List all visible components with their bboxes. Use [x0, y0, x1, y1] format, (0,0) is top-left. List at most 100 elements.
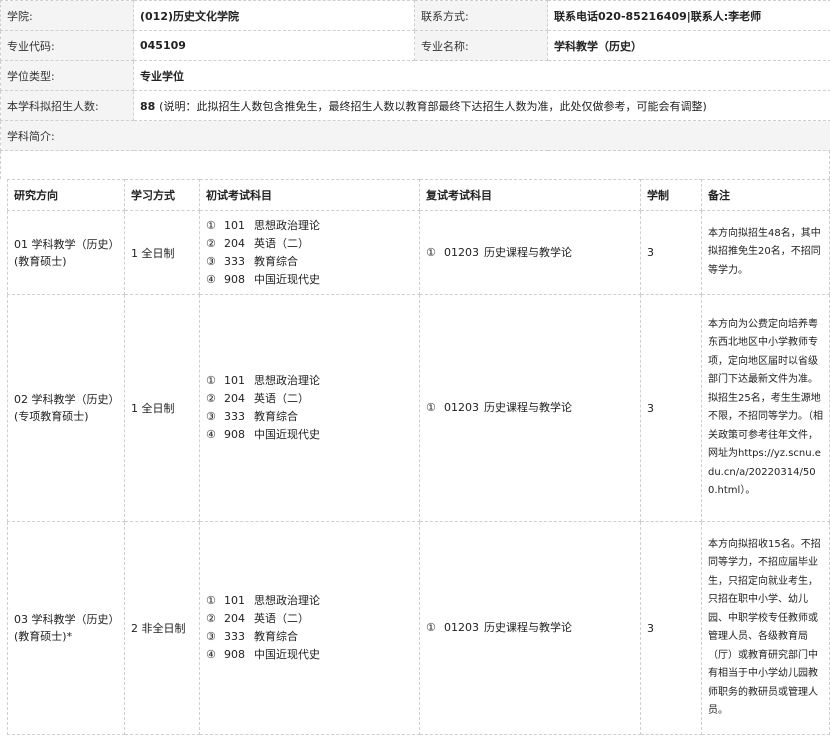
- retest-num: ①: [426, 245, 436, 259]
- enroll-label: 本学科拟招生人数:: [0, 90, 134, 121]
- retest-code: 01203: [444, 401, 479, 414]
- header-remark: 备注: [701, 179, 830, 211]
- direction-degree: (教育硕士): [14, 254, 67, 268]
- header-mode: 学习方式: [124, 179, 200, 211]
- retest-name: 历史课程与教学论: [484, 245, 572, 259]
- subject-code: 204: [224, 392, 245, 405]
- info-row-enroll: 本学科拟招生人数: 88 (说明：此拟招生人数包含推免生，最终招生人数以教育部最…: [0, 90, 830, 121]
- retest-subject-cell: ① 01203 历史课程与教学论: [419, 210, 641, 295]
- contact-value: 联系电话020-85216409|联系人:李老师: [547, 0, 830, 31]
- years-cell: 3: [640, 521, 702, 735]
- header-direction: 研究方向: [7, 179, 125, 211]
- subject-num: ①: [206, 594, 216, 607]
- retest-code: 01203: [444, 621, 479, 634]
- subject-item: ③ 333 教育综合: [206, 628, 413, 646]
- subject-item: ① 101 思想政治理论: [206, 372, 413, 390]
- subject-num: ④: [206, 428, 216, 441]
- subject-item: ④ 908 中国近现代史: [206, 271, 413, 289]
- mode-cell: 1 全日制: [124, 210, 200, 295]
- subject-num: ②: [206, 392, 216, 405]
- directions-table: 研究方向 学习方式 初试考试科目 复试考试科目 学制 备注 01 学科教学（历史…: [7, 179, 830, 735]
- info-row-college: 学院: (012)历史文化学院 联系方式: 联系电话020-85216409|联…: [0, 0, 830, 31]
- subject-name: 英语（二）: [254, 236, 309, 250]
- subject-item: ③ 333 教育综合: [206, 253, 413, 271]
- direction-name: 01 学科教学（历史）: [14, 237, 120, 251]
- direction-name: 03 学科教学（历史）: [14, 613, 120, 626]
- initial-subjects-cell: ① 101 思想政治理论 ② 204 英语（二） ③ 333 教育综合 ④ 908 中国近现代史: [199, 210, 420, 295]
- subject-code: 908: [224, 648, 245, 661]
- subject-name: 思想政治理论: [254, 374, 320, 387]
- intro-label: 学科简介:: [0, 120, 830, 151]
- subject-item: ① 101 思想政治理论: [206, 592, 413, 610]
- subject-code: 333: [224, 630, 245, 643]
- subject-code: 101: [224, 218, 245, 232]
- subject-code: 204: [224, 612, 245, 625]
- subject-num: ①: [206, 218, 216, 232]
- subject-code: 333: [224, 410, 245, 423]
- direction-cell: 01 学科教学（历史） (教育硕士): [7, 210, 125, 295]
- subject-num: ②: [206, 236, 216, 250]
- direction-degree: (专项教育硕士): [14, 410, 89, 423]
- initial-subjects-cell: ① 101 思想政治理论 ② 204 英语（二） ③ 333 教育综合 ④ 908 中国近现代史: [199, 294, 420, 522]
- mode-cell: 1 全日制: [124, 294, 200, 522]
- enroll-count: 88: [140, 99, 156, 113]
- subject-num: ①: [206, 374, 216, 387]
- subject-name: 中国近现代史: [254, 272, 320, 286]
- subject-item: ④ 908 中国近现代史: [206, 646, 413, 664]
- subject-item: ① 101 思想政治理论: [206, 217, 413, 235]
- subject-name: 英语（二）: [254, 392, 309, 405]
- info-table: 学院: (012)历史文化学院 联系方式: 联系电话020-85216409|联…: [0, 0, 830, 151]
- major-code-value: 045109: [133, 30, 415, 61]
- subject-num: ④: [206, 272, 216, 286]
- direction-name: 02 学科教学（历史）: [14, 393, 120, 406]
- header-years: 学制: [640, 179, 702, 211]
- college-value: (012)历史文化学院: [133, 0, 415, 31]
- mode-cell: 2 非全日制: [124, 521, 200, 735]
- subject-item: ② 204 英语（二）: [206, 390, 413, 408]
- retest-subject-cell: ① 01203 历史课程与教学论: [419, 521, 641, 735]
- table-row: 03 学科教学（历史） (教育硕士)* 2 非全日制 ① 101 思想政治理论 ②2…: [7, 521, 830, 735]
- enroll-note: (说明：此拟招生人数包含推免生，最终招生人数以教育部最终下达招生人数为准，此处仅…: [159, 99, 707, 113]
- subject-code: 333: [224, 254, 245, 268]
- info-row-major: 专业代码: 045109 专业名称: 学科教学（历史）: [0, 30, 830, 61]
- subject-name: 英语（二）: [254, 612, 309, 625]
- info-row-intro: 学科简介:: [0, 120, 830, 151]
- retest-num: ①: [426, 401, 436, 414]
- subject-code: 101: [224, 374, 245, 387]
- retest-subject-cell: ① 01203 历史课程与教学论: [419, 294, 641, 522]
- contact-label: 联系方式:: [414, 0, 548, 31]
- subject-num: ④: [206, 648, 216, 661]
- degree-type-value: 专业学位: [133, 60, 830, 91]
- subject-num: ②: [206, 612, 216, 625]
- subject-name: 中国近现代史: [254, 648, 320, 661]
- subject-num: ③: [206, 410, 216, 423]
- degree-type-label: 学位类型:: [0, 60, 134, 91]
- direction-cell: 02 学科教学（历史） (专项教育硕士): [7, 294, 125, 522]
- subject-name: 教育综合: [254, 410, 298, 423]
- subject-code: 908: [224, 272, 245, 286]
- subject-code: 101: [224, 594, 245, 607]
- subject-num: ③: [206, 630, 216, 643]
- years-cell: 3: [640, 294, 702, 522]
- header-initial: 初试考试科目: [199, 179, 420, 211]
- subject-item: ③ 333 教育综合: [206, 408, 413, 426]
- retest-name: 历史课程与教学论: [484, 401, 572, 414]
- direction-degree: (教育硕士)*: [14, 630, 73, 643]
- retest-name: 历史课程与教学论: [484, 621, 572, 634]
- remark-cell: 本方向拟招收15名。不招同等学力，不招应届毕业生，只招定向就业考生，只招在职中小…: [701, 521, 830, 735]
- header-retest: 复试考试科目: [419, 179, 641, 211]
- college-label: 学院:: [0, 0, 134, 31]
- subject-num: ③: [206, 254, 216, 268]
- subject-item: ② 204 英语（二）: [206, 610, 413, 628]
- info-row-degree: 学位类型: 专业学位: [0, 60, 830, 91]
- table-row: 02 学科教学（历史） (专项教育硕士) 1 全日制 ① 101 思想政治理论 ②2…: [7, 294, 830, 522]
- subject-item: ④ 908 中国近现代史: [206, 426, 413, 444]
- years-cell: 3: [640, 210, 702, 295]
- remark-cell: 本方向拟招生48名，其中拟招推免生20名，不招同等学力。: [701, 210, 830, 295]
- subject-name: 教育综合: [254, 254, 298, 268]
- remark-cell: 本方向为公费定向培养粤东西北地区中小学教师专项，定向地区届时以省级部门下达最新文…: [701, 294, 830, 522]
- page: 学院: (012)历史文化学院 联系方式: 联系电话020-85216409|联…: [0, 0, 830, 744]
- subject-name: 教育综合: [254, 630, 298, 643]
- direction-cell: 03 学科教学（历史） (教育硕士)*: [7, 521, 125, 735]
- directions-header: 研究方向 学习方式 初试考试科目 复试考试科目 学制 备注: [7, 179, 830, 211]
